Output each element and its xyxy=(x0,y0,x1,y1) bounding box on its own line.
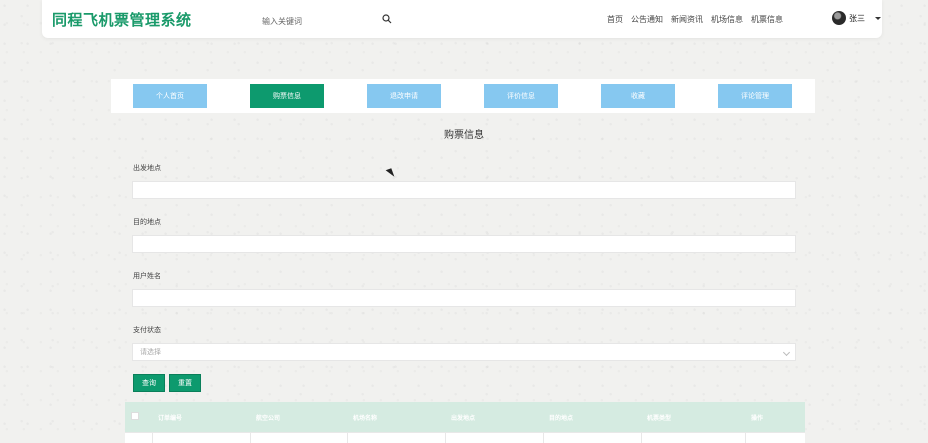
reset-button[interactable]: 重置 xyxy=(169,374,201,392)
tab-refund-request[interactable]: 退改申请 xyxy=(367,84,441,108)
th-airport: 机场名称 xyxy=(353,415,378,422)
departure-input[interactable] xyxy=(132,181,796,199)
search-box xyxy=(254,9,392,32)
nav-tickets[interactable]: 机票信息 xyxy=(751,14,783,25)
column-divider xyxy=(641,433,642,443)
column-divider xyxy=(745,433,746,443)
pay-status-placeholder: 请选择 xyxy=(140,348,161,356)
th-departure: 出发地点 xyxy=(451,415,476,422)
search-input[interactable] xyxy=(254,11,372,32)
column-divider xyxy=(445,433,446,443)
page-title: 购票信息 xyxy=(444,130,484,141)
tab-ticket-info[interactable]: 购票信息 xyxy=(250,84,324,108)
nav-home[interactable]: 首页 xyxy=(607,14,623,25)
table-header: 订单编号 航空公司 机场名称 出发地点 目的地点 机票类型 操作 xyxy=(125,402,805,432)
caret-down-icon[interactable] xyxy=(875,16,881,20)
departure-label: 出发地点 xyxy=(133,164,161,172)
top-header: 同程飞机票管理系统 首页 公告通知 新闻资讯 机场信息 机票信息 张三 xyxy=(42,0,882,38)
tab-reviews[interactable]: 评价信息 xyxy=(484,84,558,108)
user-menu[interactable]: 张三 xyxy=(832,11,881,25)
tab-favorites[interactable]: 收藏 xyxy=(601,84,675,108)
chevron-down-icon xyxy=(782,348,791,357)
user-name-label: 用户姓名 xyxy=(133,272,161,280)
search-button[interactable]: 查询 xyxy=(133,374,165,392)
column-divider xyxy=(347,433,348,443)
nav-news[interactable]: 新闻资讯 xyxy=(671,14,703,25)
nav-airports[interactable]: 机场信息 xyxy=(711,14,743,25)
th-order-no: 订单编号 xyxy=(158,415,183,422)
th-destination: 目的地点 xyxy=(549,415,574,422)
th-airline: 航空公司 xyxy=(256,415,281,422)
avatar[interactable] xyxy=(832,11,846,25)
top-nav: 首页 公告通知 新闻资讯 机场信息 机票信息 xyxy=(607,14,783,25)
mouse-cursor-icon xyxy=(385,168,395,179)
th-actions: 操作 xyxy=(751,415,764,422)
destination-label: 目的地点 xyxy=(133,218,161,226)
search-icon[interactable] xyxy=(382,14,392,24)
user-name[interactable]: 张三 xyxy=(849,13,865,24)
pay-status-label: 支付状态 xyxy=(133,326,161,334)
select-all-checkbox[interactable] xyxy=(131,412,139,420)
tab-personal-home[interactable]: 个人首页 xyxy=(133,84,207,108)
th-ticket-type: 机票类型 xyxy=(647,415,672,422)
column-divider xyxy=(543,433,544,443)
pay-status-select[interactable]: 请选择 xyxy=(132,343,796,361)
user-name-input[interactable] xyxy=(132,289,796,307)
column-divider xyxy=(152,433,153,443)
app-title[interactable]: 同程飞机票管理系统 xyxy=(52,9,192,30)
column-divider xyxy=(250,433,251,443)
table-row xyxy=(125,432,805,443)
destination-input[interactable] xyxy=(132,235,796,253)
tabs-panel: 个人首页 购票信息 退改申请 评价信息 收藏 评论管理 xyxy=(111,79,815,113)
nav-notices[interactable]: 公告通知 xyxy=(631,14,663,25)
tab-comment-manage[interactable]: 评论管理 xyxy=(718,84,792,108)
